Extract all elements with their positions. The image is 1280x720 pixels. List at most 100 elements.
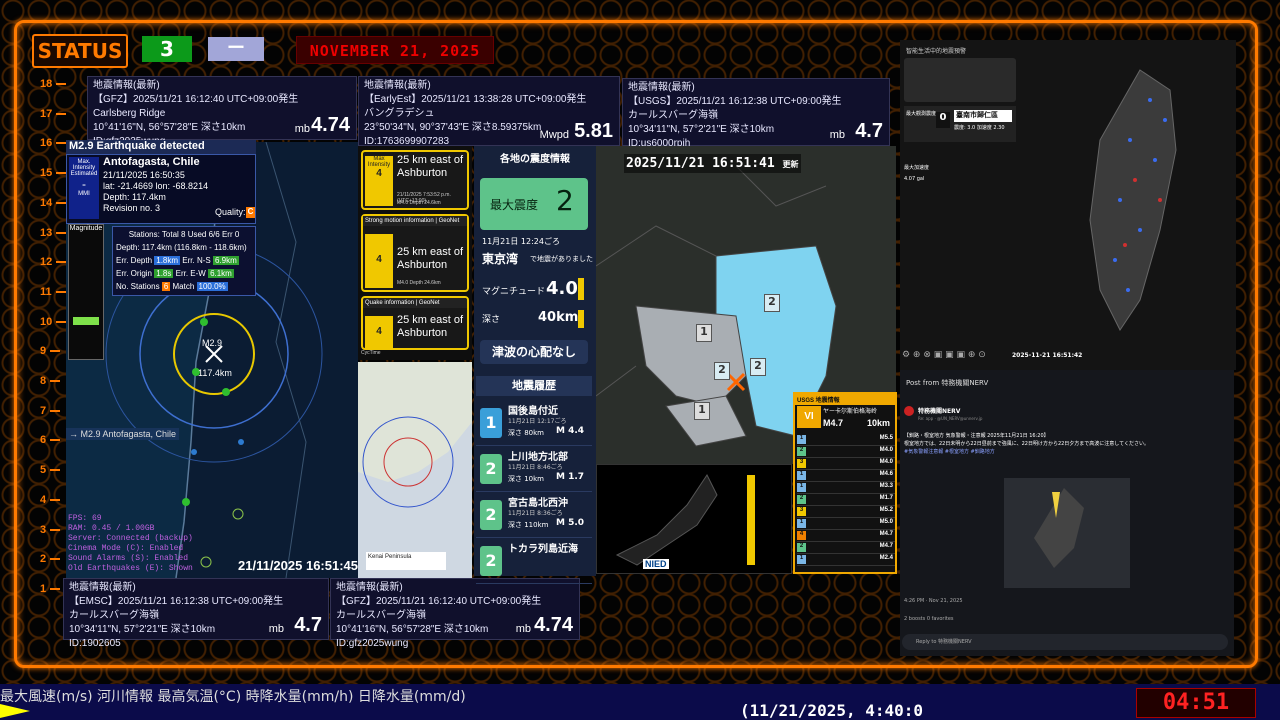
post-tags[interactable]: #気象警報注意報 #根室地方 #釧路地方: [904, 448, 1224, 456]
history-depth: 深さ 80km: [508, 429, 545, 437]
tw-max2-value: 4.07 gal: [904, 176, 925, 182]
nied-map[interactable]: NIED: [596, 464, 792, 574]
usgs-row-int: 1: [797, 435, 806, 444]
quake-revision: Revision no. 3: [103, 203, 161, 213]
usgs-row-mag: M5.2: [879, 507, 893, 513]
detect-banner: M2.9 Earthquake detected: [66, 140, 256, 154]
post-image[interactable]: [1004, 478, 1130, 588]
geonet-card[interactable]: Quake information | GeoNet 4 25 km east …: [361, 296, 469, 350]
history-time: 11月21日 12:17ごろ: [508, 418, 567, 425]
usgs-row[interactable]: 4 M4.7: [797, 530, 895, 542]
intensity-marker: 2: [750, 358, 766, 376]
err-origin-label: Err. Origin: [116, 269, 153, 278]
usgs-row[interactable]: 1 M4.6: [797, 470, 895, 482]
card-text: 25 km east of Ashburton: [397, 154, 464, 179]
usgs-list-panel: USGS 地震情報 VI ヤー卡尔斯伯格海岭 M4.7 10km 1 M5.5 2 M…: [793, 392, 897, 574]
ruler-tick: 10: [40, 316, 68, 328]
taiwan-eew-panel: 智能生活中的地震預警 0 臺南市歸仁區 震度: 3.0 加速度 2.30 最大觀…: [900, 40, 1236, 370]
usgs-row[interactable]: 2 M1.7: [797, 494, 895, 506]
card-mag: M4.0 Depth 24.6km: [397, 200, 441, 206]
history-item[interactable]: 2 宮古島北西沖 11月21日 8:36ごろ 深さ 110km M 5.0: [476, 492, 592, 538]
info-line: カールスバーグ海嶺: [69, 610, 159, 621]
usgs-row-int: 2: [797, 447, 806, 456]
usgs-row[interactable]: 1 M5.0: [797, 518, 895, 530]
usgs-rows: 1 M5.5 2 M4.0 3 M4.0 1 M4.6 1 M3.3 2 M1.7 3 M5.2 1 M5.0…: [797, 434, 895, 566]
usgs-row-int: 1: [797, 471, 806, 480]
geonet-card[interactable]: Max Intensity 4 25 km east of Ashburton 2…: [361, 150, 469, 210]
usgs-row-int: 1: [797, 519, 806, 528]
avatar[interactable]: [904, 406, 914, 416]
ticker-line1: 最大風速(m/s) 河川情報 最高気温(°C) 時降水量(mm/h) 日降水量(…: [0, 689, 466, 705]
usgs-row-int: 3: [797, 507, 806, 516]
quake-detail-lines: 21/11/2025 16:50:35 lat: -21.4669 lon: -…: [103, 170, 208, 214]
ruler-mark: [50, 409, 61, 412]
mag-value: 4.7: [855, 120, 883, 142]
usgs-row[interactable]: 1 M3.3: [797, 482, 895, 494]
info-line: 【GFZ】2025/11/21 16:12:40 UTC+09:00発生: [93, 94, 299, 105]
intensity-label: Max. Intensity Estimated: [70, 159, 98, 177]
post-body: 【釧路・根室地方 気象警報・注意報 2025年11月21日 16:20】 根室地…: [904, 432, 1224, 456]
event-list-item[interactable]: → M2.9 Antofagasta, Chile: [66, 428, 180, 440]
err-ew-value: 6.1km: [208, 269, 234, 278]
status-line: Cinema Mode (C): Enabled: [68, 544, 184, 553]
quake-info-usgs: 地震情報(最新) 【USGS】2025/11/21 16:12:38 UTC+0…: [622, 78, 890, 149]
info-line: 【EMSC】2025/11/21 16:12:38 UTC+09:00発生: [69, 596, 284, 607]
post-back-link[interactable]: Post from 特務機關NERV: [906, 378, 988, 388]
max-value: 2: [556, 184, 574, 217]
usgs-row-mag: M4.0: [879, 447, 893, 453]
intensity-tag: Max Intensity 4: [365, 156, 393, 206]
magnitude-label: Magnitude: [69, 225, 103, 232]
card-text: 25 km east of Ashburton: [397, 314, 464, 339]
tw-toolbar-icons[interactable]: ⚙ ⊕ ⊗ ▣ ▣ ▣ ⊕ ⊙: [902, 350, 986, 360]
usgs-row[interactable]: 2 M4.7: [797, 542, 895, 554]
magnitude-fill: [73, 317, 99, 325]
jp-place: 東京湾: [482, 252, 519, 266]
jp-intensity-panel: 各地の震度情報 最大震度 2 11月21日 12:24ごろ 東京湾 で地震があり…: [474, 146, 596, 584]
quake-info-emsc: 地震情報(最新) 【EMSC】2025/11/21 16:12:38 UTC+0…: [63, 578, 329, 649]
ruler-mark: [50, 350, 61, 353]
usgs-row[interactable]: 3 M4.0: [797, 458, 895, 470]
ruler-mark: [56, 112, 67, 115]
status-button[interactable]: STATUS: [32, 34, 128, 68]
post-author[interactable]: 特務機關NERV: [918, 406, 960, 415]
history-item[interactable]: 1 国後島付近 11月21日 12:17ごろ 深さ 80km M 4.4: [476, 400, 592, 446]
card-head: Strong motion information | GeoNet: [363, 216, 467, 226]
depth-label: 深さ: [482, 315, 501, 325]
err-origin-value: 1.8s: [154, 269, 174, 278]
alaska-map-graphic: [358, 362, 472, 578]
ruler-mark: [50, 439, 61, 442]
ruler-tick: 5: [40, 464, 68, 476]
usgs-row[interactable]: 3 M5.2: [797, 506, 895, 518]
info-line: カールスバーグ海嶺: [628, 110, 718, 121]
app-name: CycTime: [361, 350, 381, 356]
mag-value: 4.74: [311, 114, 350, 136]
geonet-card[interactable]: Strong motion information | GeoNet 4 25 …: [361, 214, 469, 292]
history-place: トカラ列島近海: [508, 544, 578, 555]
history-title: 地震履歴: [476, 376, 592, 396]
reply-input[interactable]: Reply to 特務機關NERV: [902, 634, 1228, 650]
clock-display: 04:51: [1136, 688, 1256, 718]
usgs-row[interactable]: 1 M2.4: [797, 554, 895, 566]
post-body-line: 【釧路・根室地方 気象警報・注意報 2025年11月21日 16:20】: [904, 433, 1049, 439]
mag-value: 4.7: [294, 614, 322, 636]
tw-max2-label: 最大加速度: [904, 165, 930, 171]
usgs-row-mag: M2.4: [879, 555, 893, 561]
usgs-row[interactable]: 2 M4.0: [797, 446, 895, 458]
match-label: Match: [172, 282, 195, 291]
ruler-mark: [56, 320, 67, 323]
intensity-marker: 1: [696, 324, 712, 342]
usgs-row[interactable]: 1 M5.5: [797, 434, 895, 446]
ruler-tick: 18: [40, 78, 68, 90]
history-item[interactable]: 2 トカラ列島近海: [476, 538, 592, 584]
history-time: 11月21日 8:46ごろ: [508, 464, 563, 471]
ruler-mark: [55, 290, 66, 293]
ruler-tick: 17: [40, 108, 68, 120]
alaska-map[interactable]: Kenai Peninsula: [358, 362, 472, 578]
err-ew-label: Err. E-W: [175, 269, 206, 278]
usgs-depth: 10km: [867, 418, 891, 428]
map-time: 2025/11/21 16:51:41 更新: [624, 154, 801, 173]
quake-place: Antofagasta, Chile: [103, 156, 200, 168]
history-item[interactable]: 2 上川地方北部 11月21日 8:46ごろ 深さ 10km M 1.7: [476, 446, 592, 492]
tw-clock: 2025-11-21 16:51:42: [1012, 352, 1083, 359]
dashboard-root: STATUS 3 ー NOVEMBER 21, 2025 18 17 16 15 14 1…: [0, 0, 1280, 720]
